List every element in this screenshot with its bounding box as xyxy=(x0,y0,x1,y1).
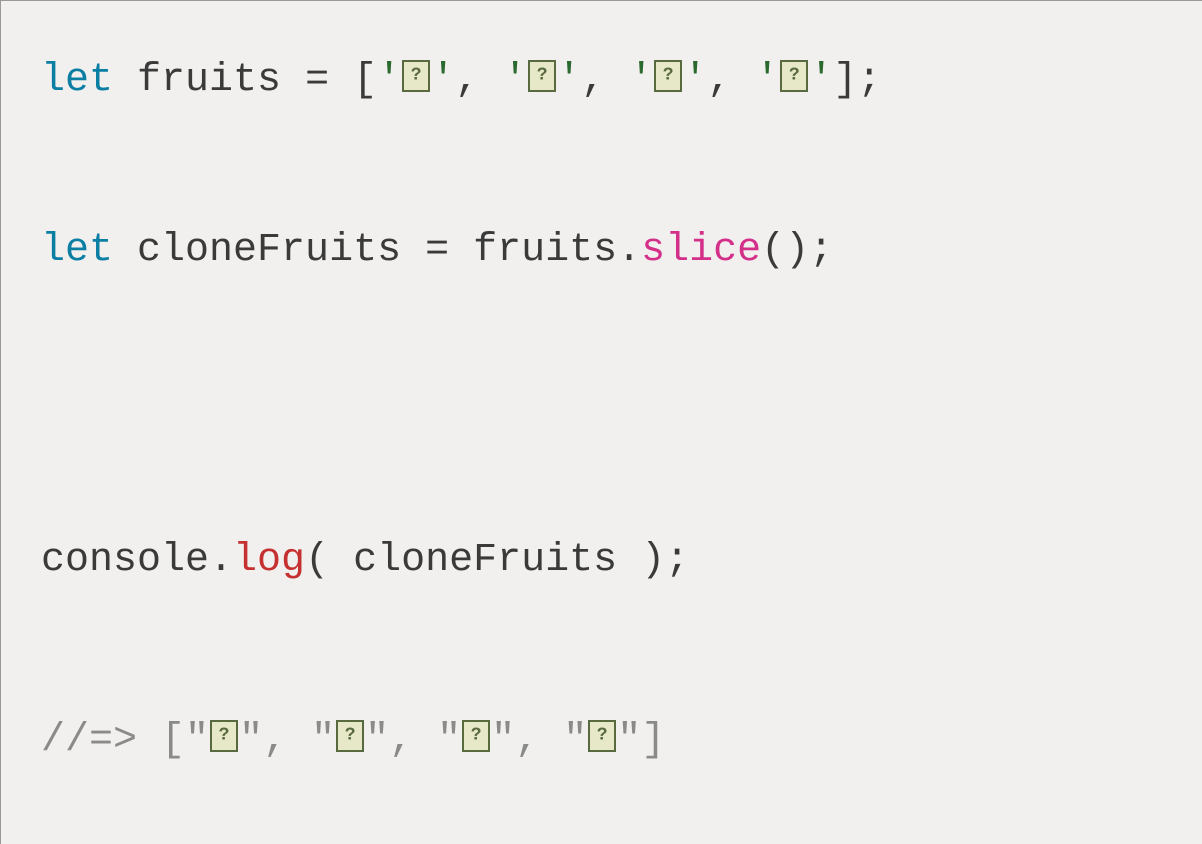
object-console: console xyxy=(41,538,209,583)
variable-fruits: fruits xyxy=(137,58,305,103)
blank-gap xyxy=(41,121,1162,221)
blank-gap xyxy=(41,291,1162,531)
arg-cloneFruits: cloneFruits xyxy=(353,538,641,583)
keyword-let: let xyxy=(41,228,113,273)
tofu-icon xyxy=(780,60,808,92)
keyword-let: let xyxy=(41,58,113,103)
method-slice: slice xyxy=(641,228,761,273)
comment-prefix: //=> xyxy=(41,718,161,763)
code-line-2: let cloneFruits = fruits.slice(); xyxy=(41,221,1162,281)
code-line-1: let fruits = ['', '', '', '']; xyxy=(41,51,1162,111)
tofu-icon xyxy=(402,60,430,92)
tofu-icon xyxy=(462,720,490,752)
object-fruits: fruits xyxy=(473,228,617,273)
tofu-icon xyxy=(528,60,556,92)
tofu-icon xyxy=(336,720,364,752)
blank-gap xyxy=(41,601,1162,711)
code-line-4-comment: //=> ["", "", "", ""] xyxy=(41,711,1162,771)
code-line-3: console.log( cloneFruits ); xyxy=(41,531,1162,591)
variable-cloneFruits: cloneFruits xyxy=(137,228,425,273)
tofu-icon xyxy=(654,60,682,92)
method-log: log xyxy=(233,538,305,583)
tofu-icon xyxy=(210,720,238,752)
tofu-icon xyxy=(588,720,616,752)
